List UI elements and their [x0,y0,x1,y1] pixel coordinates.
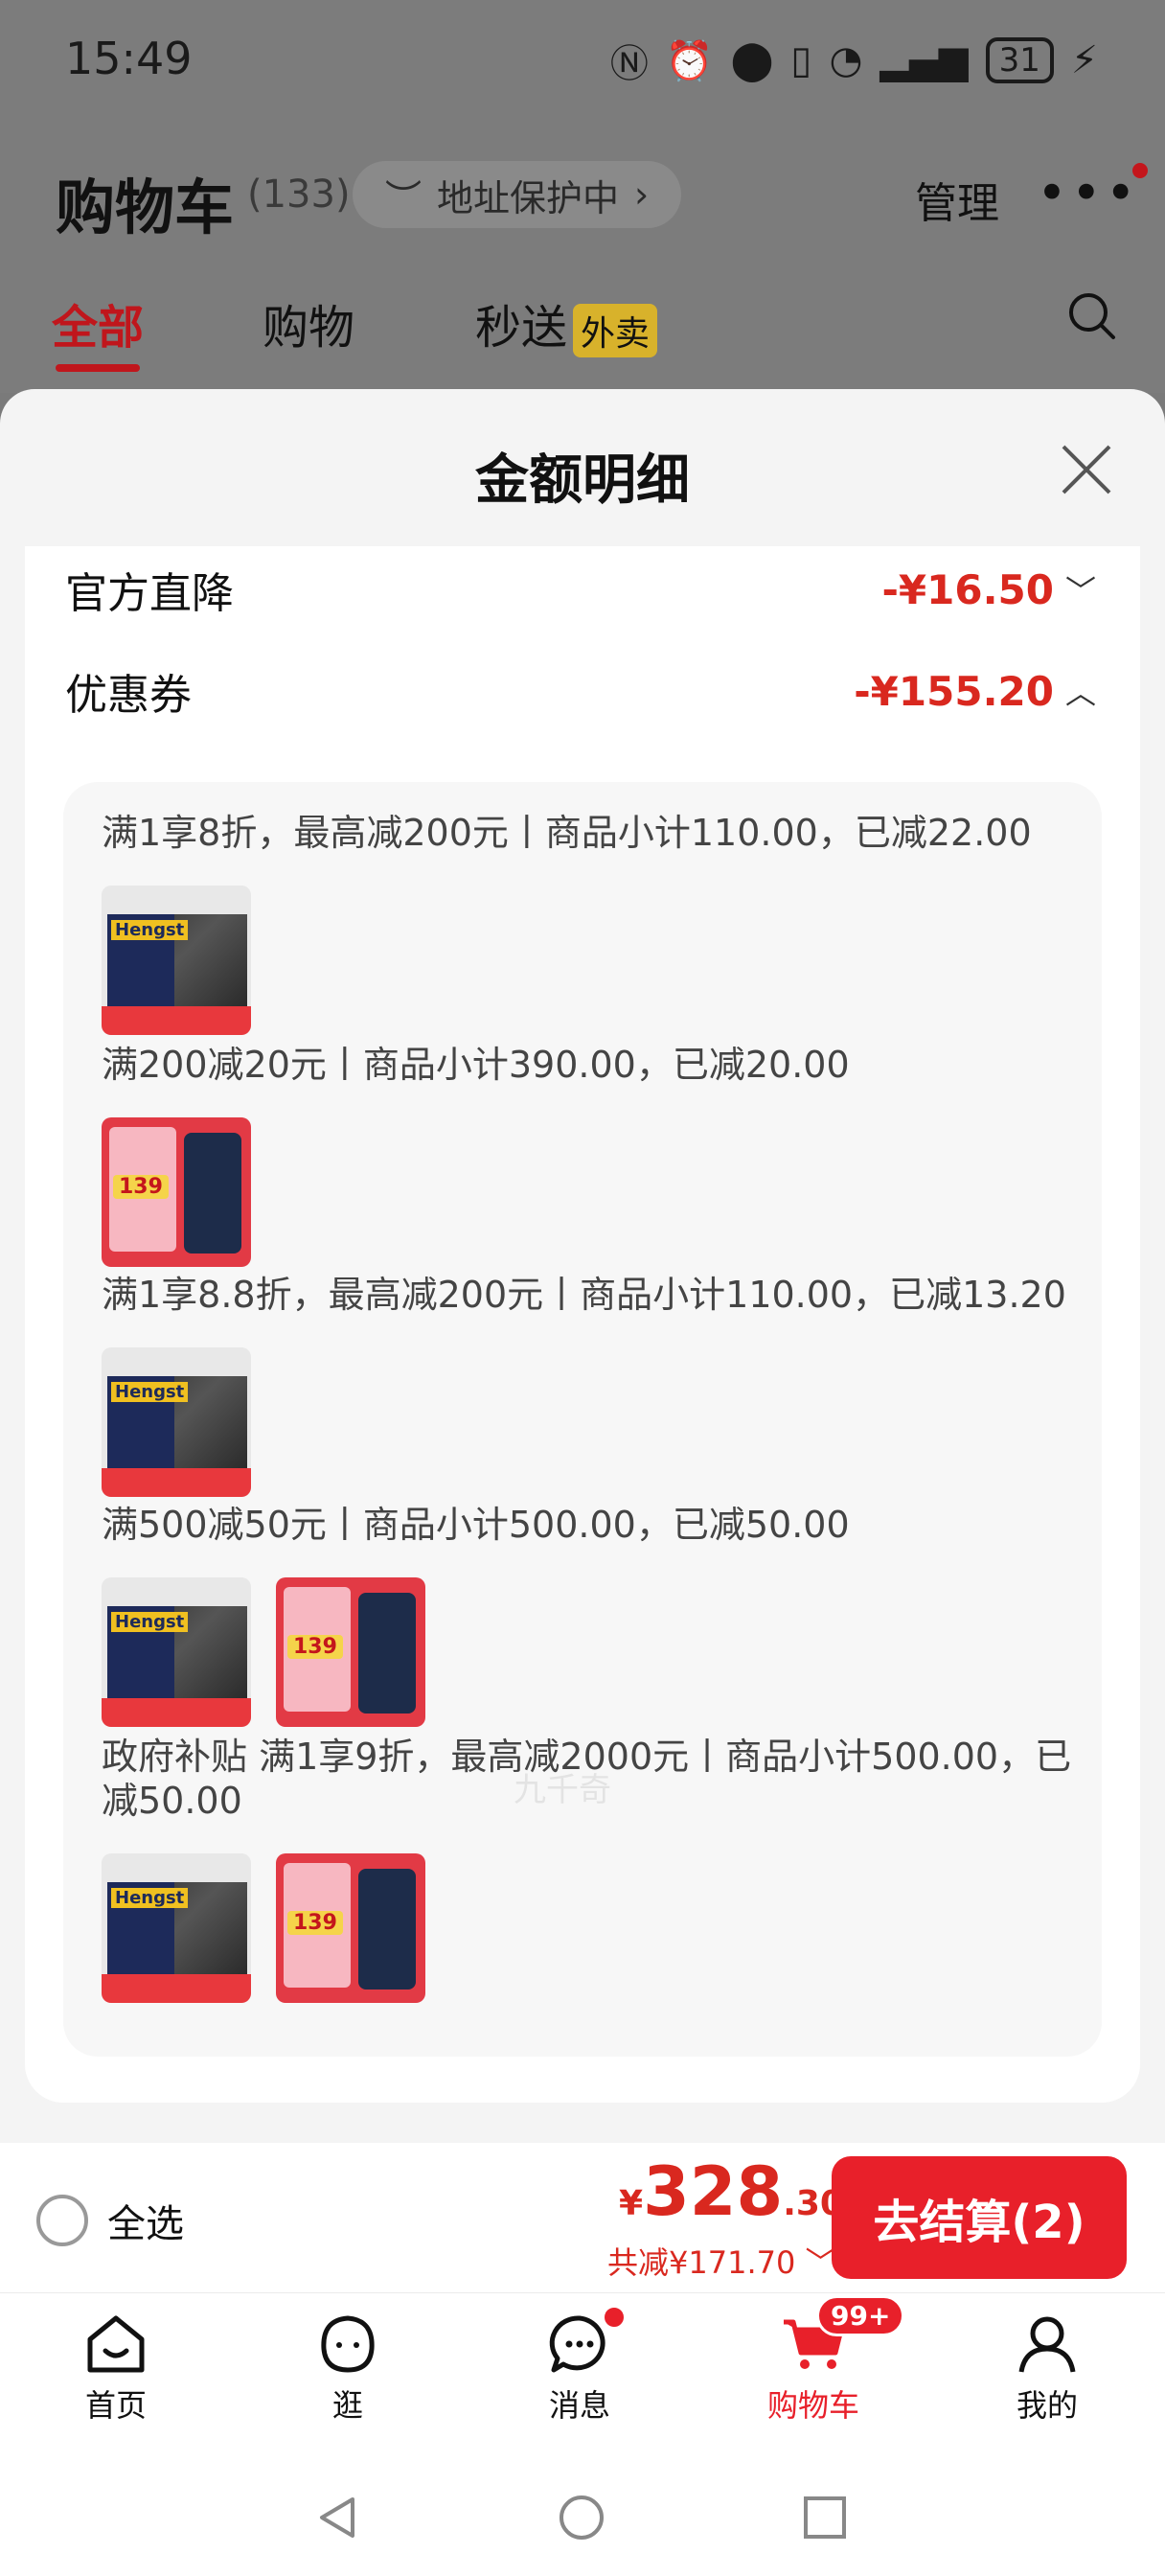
tab-browse[interactable]: 逛 [276,2311,420,2426]
shield-icon: ︶ [385,176,423,219]
alarm-icon: ⏰ [665,38,714,83]
signal-icon: ▂▄▆ [879,38,969,82]
recents-icon[interactable] [801,2494,849,2542]
official-discount-value: -¥16.50 [881,565,1054,613]
coupon-line: 满1享8折，最高减200元丨商品小计110.00，已减22.00 [102,812,1032,854]
takeout-badge: 外卖 [573,304,658,357]
coupon-line: 满500减50元丨商品小计500.00，已减50.00 [102,1504,850,1546]
total-saved-label: 共减¥171.70 [607,2244,796,2281]
wifi-icon: ◔ [829,38,863,82]
product-thumbnail[interactable]: Hengst [102,1347,251,1497]
chevron-down-icon: ﹀ [1064,573,1096,610]
more-icon[interactable]: ••• [1037,163,1148,223]
status-time: 15:49 [65,33,193,84]
tab-messages-label: 消息 [548,2387,610,2424]
price-currency: ¥ [619,2184,644,2223]
cart-tabs: 全部 购物 秒送 外卖 [0,289,1165,376]
tab-shopping[interactable]: 购物 [263,289,354,356]
amount-detail-sheet: 金额明细 官方直降 -¥16.50 ﹀ 优惠券 -¥155.20 ︿ 满1享8折，最… [0,389,1165,2143]
location-icon: ⬤ [730,38,774,82]
tab-cart-label: 购物车 [766,2387,859,2424]
coupon-row[interactable]: 优惠券 -¥155.20 ︿ [65,657,1096,724]
notification-dot [1131,163,1148,178]
checkout-bar: 全选 ¥ 328 .30 共减¥171.70 ﹀ 去结算(2) [0,2143,1165,2292]
battery-icon: 31 [985,37,1054,83]
tab-profile-label: 我的 [1016,2387,1078,2424]
home-icon [87,2315,145,2373]
charging-icon: ⚡ [1070,38,1098,82]
battery-level: 31 [998,41,1040,80]
product-thumbnail[interactable]: Hengst [102,1853,251,2003]
select-all-radio[interactable] [36,2195,88,2246]
page-title: 购物车 [56,172,235,242]
total-saved[interactable]: 共减¥171.70 ﹀ [607,2239,836,2283]
cart-header: 购物车 (133) ︶ 地址保护中 › 管理 ••• 全部 购物 秒送 外卖 [0,125,1165,393]
status-bar: 15:49 Ⓝ ⏰ ⬤ ▯ ◔ ▂▄▆ 31 ⚡ [0,0,1165,125]
price-integer: 328 [643,2152,784,2231]
tab-home[interactable]: 首页 [44,2311,188,2426]
sheet-title: 金额明细 [475,449,690,512]
tab-messages[interactable]: 消息 [508,2305,651,2426]
cart-count: (133) [247,172,351,217]
tab-home-label: 首页 [84,2387,147,2424]
total-price: ¥ 328 .30 [619,2152,844,2231]
amount-detail-card: 官方直降 -¥16.50 ﹀ 优惠券 -¥155.20 ︿ 满1享8折，最高减200… [25,546,1140,2103]
chevron-up-icon: ︿ [1064,675,1096,711]
bottom-tab-bar: 首页 逛 消息 购物车 99+ 我的 [0,2292,1165,2455]
product-thumbnail[interactable]: 139 [276,1853,425,2003]
coupon-label: 优惠券 [65,671,192,720]
message-unread-dot [602,2305,627,2330]
close-icon[interactable] [1060,443,1113,500]
vibrate-icon: ▯ [790,38,812,82]
search-icon[interactable] [1065,289,1119,347]
product-thumbnail[interactable]: 139 [102,1117,251,1267]
back-icon[interactable] [314,2494,362,2542]
coupon-products: 139 [102,1117,251,1267]
official-discount-row[interactable]: 官方直降 -¥16.50 ﹀ [65,556,1096,623]
tab-browse-label: 逛 [331,2387,363,2424]
coupon-products: Hengst 139 [102,1853,425,2003]
select-all-label[interactable]: 全选 [107,2193,184,2248]
tab-profile[interactable]: 我的 [975,2311,1119,2426]
address-protection-label: 地址保护中 [437,176,620,219]
system-nav-bar [0,2455,1165,2576]
checkout-button[interactable]: 去结算(2) [832,2156,1127,2279]
tab-cart[interactable]: 购物车 99+ [742,2295,905,2426]
home-nav-icon[interactable] [558,2494,605,2542]
official-discount-label: 官方直降 [65,569,234,618]
profile-icon [1018,2316,1076,2373]
coupon-products: Hengst [102,886,251,1035]
address-protection-tag[interactable]: ︶ 地址保护中 › [353,161,682,228]
tab-all[interactable]: 全部 [52,289,144,372]
cart-badge: 99+ [816,2295,905,2336]
coupon-line: 满200减20元丨商品小计390.00，已减20.00 [102,1044,850,1086]
product-thumbnail[interactable]: Hengst [102,886,251,1035]
manage-button[interactable]: 管理 [915,169,999,230]
chevron-right-icon: › [634,173,650,216]
watermark: 九千奇 [514,1771,611,1809]
tab-instant[interactable]: 秒送 外卖 [475,289,658,357]
product-thumbnail[interactable]: Hengst [102,1577,251,1727]
status-icons: Ⓝ ⏰ ⬤ ▯ ◔ ▂▄▆ 31 ⚡ [610,33,1098,88]
product-thumbnail[interactable]: 139 [276,1577,425,1727]
coupon-products: Hengst 139 [102,1577,425,1727]
coupon-line: 满1享8.8折，最高减200元丨商品小计110.00，已减13.20 [102,1274,1066,1316]
browse-icon [321,2315,375,2373]
coupon-list: 满1享8折，最高减200元丨商品小计110.00，已减22.00 Hengst … [63,782,1102,2057]
coupon-products: Hengst [102,1347,251,1497]
nfc-icon: Ⓝ [609,42,649,86]
coupon-value: -¥155.20 [854,667,1054,715]
tab-instant-label: 秒送 [475,301,568,355]
